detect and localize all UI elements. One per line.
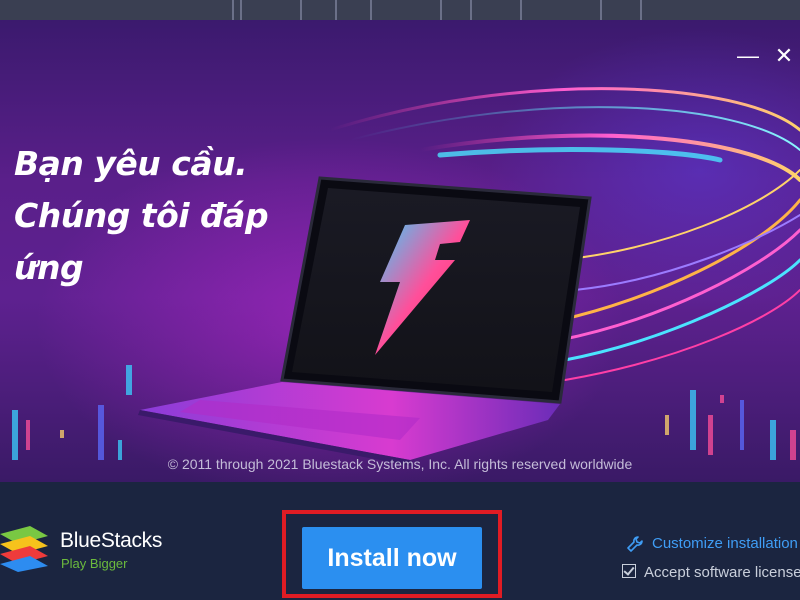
brand-tagline: Play Bigger [61,556,128,571]
installer-window: Bạn yêu cầu. Chúng tôi đáp ứng — ✕ © 201… [0,20,800,600]
accept-license-label: Accept software license [644,564,800,581]
headline-line-2: Chúng tôi đáp [14,196,269,235]
wrench-icon [627,536,643,552]
customize-label: Customize installation [652,535,798,552]
close-button[interactable]: ✕ [772,45,796,67]
copyright-text: © 2011 through 2021 Bluestack Systems, I… [167,456,633,472]
headline-line-3: ứng [14,248,84,287]
brand-name: BlueStacks [60,529,163,552]
minimize-button[interactable]: — [736,45,760,67]
desktop-strip [0,0,800,20]
accept-license-checkbox[interactable] [622,564,636,578]
accept-license-row: Accept software license [622,564,800,581]
headline-line-1: Bạn yêu cầu. [14,144,248,183]
bluestacks-logo-icon [0,526,48,572]
banner-headline: Bạn yêu cầu. Chúng tôi đáp ứng [14,138,314,294]
customize-installation-link[interactable]: Customize installation [626,535,798,553]
installer-footer: BlueStacks Play Bigger Install now Custo… [0,482,800,600]
promo-banner: Bạn yêu cầu. Chúng tôi đáp ứng — ✕ © 201… [0,20,800,482]
install-now-button[interactable]: Install now [302,527,482,589]
